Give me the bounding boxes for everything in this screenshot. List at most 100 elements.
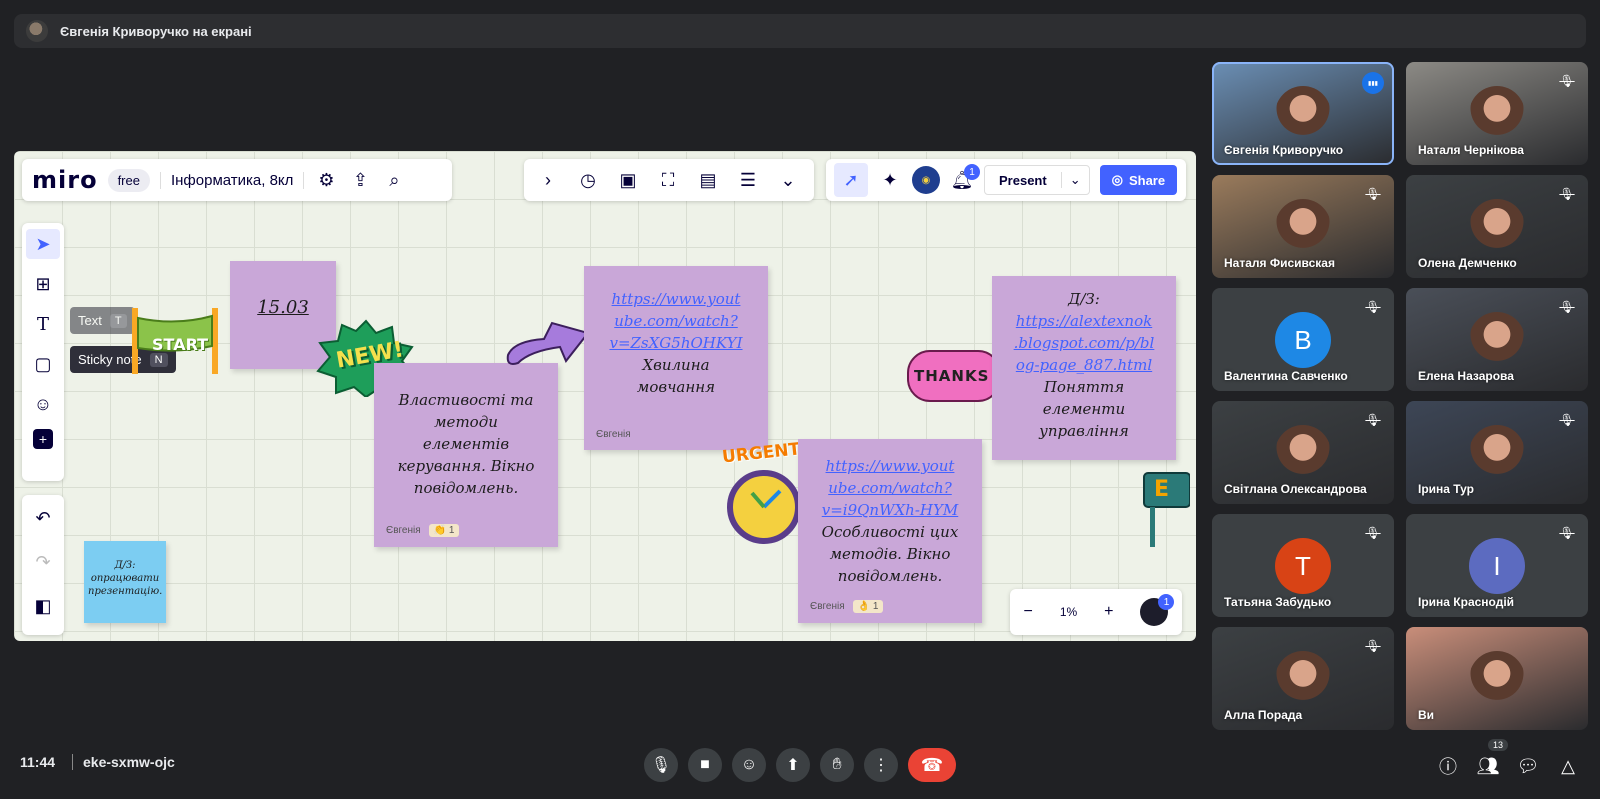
share-label: Share (1128, 172, 1166, 188)
frame-icon[interactable]: ⛶ (656, 168, 680, 192)
mic-muted-icon: 🎙︎ (1559, 187, 1575, 201)
present-now-button[interactable]: ⬆ (776, 748, 810, 782)
camera-button[interactable]: ■ (688, 748, 722, 782)
speaking-indicator-icon: ▮▮▮ (1362, 72, 1384, 94)
raise-hand-button[interactable]: ✋︎ (820, 748, 854, 782)
add-icon[interactable]: + (33, 429, 53, 449)
export-icon[interactable]: ⇪ (348, 168, 372, 192)
thanks-sticker-text: THANKS (914, 367, 990, 385)
cursor-icon[interactable]: ➚ (834, 163, 868, 197)
sticky-note-features[interactable]: https://www.yout ube.com/watch? v=i9QnWX… (798, 439, 982, 623)
zoom-controls: − 1% + 1 (1010, 589, 1182, 635)
undo-icon[interactable]: ↶ (26, 503, 60, 533)
activities-icon[interactable]: △ (1556, 754, 1580, 778)
sticky-note-silence[interactable]: https://www.yout ube.com/watch? v=ZsXG5h… (584, 266, 768, 450)
chevron-down-icon[interactable]: ⌄ (1060, 172, 1089, 188)
participant-tile[interactable]: B 🎙︎ Валентина Савченко (1212, 288, 1394, 391)
participant-tile[interactable]: 🎙︎ Наталя Фисивская (1212, 175, 1394, 278)
note1-reaction[interactable]: 👏 1 (428, 524, 460, 537)
arrow-sticker[interactable] (504, 311, 594, 371)
leave-call-button[interactable]: ☎ (908, 748, 956, 782)
participant-name: Елена Назарова (1418, 369, 1514, 383)
purple-arrow-icon (506, 321, 590, 365)
note1-author: Євгенія (386, 525, 421, 536)
note2-link3[interactable]: v=ZsXG5hOHKYI (594, 332, 758, 354)
more-options-button[interactable]: ⋮ (864, 748, 898, 782)
note3-link2[interactable]: ube.com/watch? (808, 477, 972, 499)
people-icon[interactable]: 👥︎ (1476, 754, 1500, 778)
share-button[interactable]: ◎ Share (1099, 165, 1178, 195)
note4-link2[interactable]: .blogspot.com/p/bl (1002, 332, 1166, 354)
participant-video (1469, 86, 1525, 142)
note2-link2[interactable]: ube.com/watch? (594, 310, 758, 332)
text-tool-icon[interactable]: T (26, 309, 60, 339)
present-button[interactable]: Present ⌄ (984, 165, 1090, 195)
participant-video (1469, 425, 1525, 481)
participant-tile[interactable]: I 🎙︎ Ірина Краснодій (1406, 514, 1588, 617)
more-chevrons-icon[interactable]: ⌄ (776, 168, 800, 192)
timer-icon[interactable]: ◷ (576, 168, 600, 192)
participant-name: Татьяна Забудько (1224, 595, 1332, 609)
presentation-banner-text: Євгенія Криворучко на екрані (60, 23, 252, 39)
chat-icon[interactable]: 💬︎ (1516, 754, 1540, 778)
note4-link3[interactable]: og-page_887.html (1002, 354, 1166, 376)
present-screen-icon: ⬆ (786, 757, 800, 774)
settings-icon[interactable]: ⚙ (314, 168, 338, 192)
card-icon[interactable]: ▣ (616, 168, 640, 192)
sticker-icon[interactable]: ☺ (26, 389, 60, 419)
mic-muted-icon: 🎙︎ (1365, 413, 1381, 427)
participant-tile[interactable]: 🎙︎ Світлана Олександрова (1212, 401, 1394, 504)
search-icon[interactable]: ⌕ (382, 168, 406, 192)
participant-tile[interactable]: 🎙︎ Елена Назарова (1406, 288, 1588, 391)
miro-board[interactable]: miro free Інформатика, 8кл ⚙ ⇪ ⌕ › ◷ ▣ ⛶… (14, 151, 1196, 641)
celebrate-icon[interactable]: ✦ (878, 168, 902, 192)
note4-link1[interactable]: https://alextexnok (1002, 310, 1166, 332)
microphone-button[interactable]: 🎙︎ (644, 748, 678, 782)
present-label: Present (999, 172, 1047, 188)
miro-logo[interactable]: miro (32, 166, 98, 194)
emoji-icon: ☺ (740, 756, 758, 773)
sticky-note-homework[interactable]: Д/З: опрацювати презентацію. (84, 541, 166, 623)
participant-tile[interactable]: 🎙︎ Наталя Чернікова (1406, 62, 1588, 165)
hang-up-icon: ☎ (920, 754, 944, 775)
note5-line2: опрацювати (90, 573, 160, 584)
reactions-button[interactable]: ☺ (732, 748, 766, 782)
sticky-note-properties[interactable]: Властивості та методи елементів керуванн… (374, 363, 558, 547)
participant-tile[interactable]: Ви (1406, 627, 1588, 730)
sidebar-toggle-icon[interactable]: ◧ (26, 591, 60, 621)
note3-link3[interactable]: v=i9QnWXh-HYM (808, 499, 972, 521)
zoom-out-icon[interactable]: − (1023, 603, 1032, 621)
participant-tile[interactable]: ▮▮▮ Євгенія Криворучко (1212, 62, 1394, 165)
note-date-text: 15.03 (257, 297, 309, 318)
sticky-note-homework-link[interactable]: Д/З: https://alextexnok .blogspot.com/p/… (992, 276, 1176, 460)
start-sticker[interactable]: START (126, 308, 226, 374)
note1-line2: методи (434, 413, 498, 431)
redo-icon[interactable]: ↷ (26, 547, 60, 577)
note2-link1[interactable]: https://www.yout (594, 288, 758, 310)
board-name[interactable]: Інформатика, 8кл (159, 171, 305, 189)
meeting-info-icon[interactable]: ⓘ (1436, 754, 1460, 778)
participant-tile[interactable]: 🎙︎ Ірина Тур (1406, 401, 1588, 504)
voting-icon[interactable]: ▤ (696, 168, 720, 192)
zoom-in-icon[interactable]: + (1104, 603, 1113, 621)
participant-tile[interactable]: 🎙︎ Алла Порада (1212, 627, 1394, 730)
participant-tile[interactable]: 🎙︎ Олена Демченко (1406, 175, 1588, 278)
zoom-level[interactable]: 1% (1060, 605, 1077, 619)
sticky-note-icon[interactable]: ▢ (26, 349, 60, 379)
select-tool-icon[interactable]: ➤ (26, 229, 60, 259)
note3-link1[interactable]: https://www.yout (808, 455, 972, 477)
note3-reaction[interactable]: 👌 1 (852, 600, 884, 613)
miro-board-header: miro free Інформатика, 8кл ⚙ ⇪ ⌕ (22, 159, 452, 201)
participant-tile[interactable]: T 🎙︎ Татьяна Забудько (1212, 514, 1394, 617)
e-sign-sticker[interactable]: E (1140, 469, 1190, 549)
notes-icon[interactable]: ☰ (736, 168, 760, 192)
participant-video (1469, 312, 1525, 368)
chevron-right-icon[interactable]: › (536, 168, 560, 192)
collaborator-avatar[interactable]: 1 (1140, 594, 1175, 626)
note4-line2: елементи (1042, 400, 1126, 418)
notifications-icon[interactable]: 🔔︎ 1 (950, 164, 980, 192)
note1-line4: керування. Вікно (397, 457, 535, 475)
user-avatar-icon[interactable]: ◉ (912, 166, 940, 194)
plan-badge[interactable]: free (107, 168, 150, 192)
templates-icon[interactable]: ⊞ (26, 269, 60, 299)
